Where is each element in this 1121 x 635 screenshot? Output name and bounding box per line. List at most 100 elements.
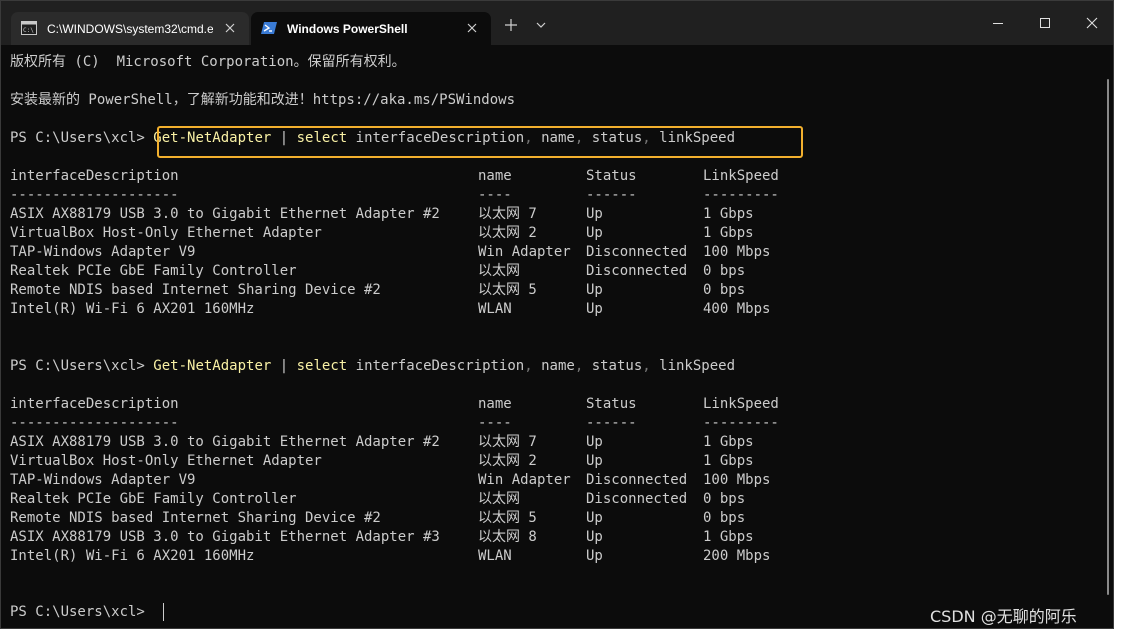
cell-name: Win Adapter bbox=[478, 244, 571, 260]
table-row: ASIX AX88179 USB 3.0 to Gigabit Ethernet… bbox=[1, 205, 1091, 224]
cell-name: 以太网 5 bbox=[478, 510, 537, 526]
terminal-window: C:\ C:\WINDOWS\system32\cmd.e Windows Po… bbox=[0, 0, 1114, 629]
cell-desc: Remote NDIS based Internet Sharing Devic… bbox=[10, 282, 381, 298]
tab-cmd[interactable]: C:\ C:\WINDOWS\system32\cmd.e bbox=[11, 12, 249, 45]
cell-speed: 0 bps bbox=[703, 510, 746, 526]
cell-name: 以太网 5 bbox=[478, 282, 537, 298]
arg-name: name bbox=[541, 358, 575, 374]
cell-desc: ASIX AX88179 USB 3.0 to Gigabit Ethernet… bbox=[10, 206, 440, 222]
cell-status: ------ bbox=[586, 415, 637, 431]
cell-status: Disconnected bbox=[586, 263, 688, 279]
cell-status: Disconnected bbox=[586, 491, 688, 507]
close-window-icon[interactable] bbox=[1083, 14, 1101, 32]
cell-status: Disconnected bbox=[586, 472, 688, 488]
prompt: PS C:\Users\xcl> bbox=[10, 358, 145, 374]
close-icon[interactable] bbox=[465, 21, 479, 35]
cell-name: Win Adapter bbox=[478, 472, 571, 488]
cell-name: WLAN bbox=[478, 548, 512, 564]
new-tab-icon[interactable] bbox=[501, 15, 521, 35]
title-bar[interactable]: C:\ C:\WINDOWS\system32\cmd.e Windows Po… bbox=[1, 1, 1113, 45]
minimize-icon[interactable] bbox=[989, 14, 1007, 32]
cell-speed: 200 Mbps bbox=[703, 548, 771, 564]
maximize-icon[interactable] bbox=[1036, 14, 1054, 32]
arg-interface: interfaceDescription bbox=[355, 358, 525, 374]
cell-status: Up bbox=[586, 529, 603, 545]
cell-status: Up bbox=[586, 282, 603, 298]
table-row: ASIX AX88179 USB 3.0 to Gigabit Ethernet… bbox=[1, 528, 1091, 547]
table-row: VirtualBox Host-Only Ethernet Adapter 以太网… bbox=[1, 224, 1091, 243]
cell-status: Disconnected bbox=[586, 244, 688, 260]
cell-desc: interfaceDescription bbox=[10, 168, 179, 184]
cell-desc: VirtualBox Host-Only Ethernet Adapter bbox=[10, 453, 322, 469]
cell-name: 以太网 2 bbox=[478, 225, 537, 241]
cell-desc: TAP-Windows Adapter V9 bbox=[10, 244, 196, 260]
table-header-underline: -------------------- ---- ------ --------- bbox=[1, 414, 1091, 433]
copyright-line: 版权所有 (C) Microsoft Corporation。保留所有权利。 bbox=[10, 54, 406, 70]
text-cursor bbox=[163, 603, 164, 621]
arg-sep: , bbox=[574, 358, 584, 374]
cell-speed: 1 Gbps bbox=[703, 434, 754, 450]
command-highlight-box bbox=[157, 126, 803, 158]
cell-speed: LinkSpeed bbox=[703, 168, 779, 184]
cell-name: 以太网 7 bbox=[478, 206, 537, 222]
prompt-line[interactable]: PS C:\Users\xcl> bbox=[10, 603, 153, 622]
table-row: Intel(R) Wi-Fi 6 AX201 160MHz WLAN Up 200 M… bbox=[1, 547, 1091, 566]
cell-speed: 100 Mbps bbox=[703, 472, 771, 488]
cell-name: 以太网 2 bbox=[478, 453, 537, 469]
cell-desc: ASIX AX88179 USB 3.0 to Gigabit Ethernet… bbox=[10, 529, 440, 545]
scrollbar-thumb[interactable] bbox=[1107, 79, 1109, 595]
cell-desc: Remote NDIS based Internet Sharing Devic… bbox=[10, 510, 381, 526]
powershell-icon bbox=[261, 22, 277, 34]
tab-powershell[interactable]: Windows PowerShell bbox=[251, 12, 491, 45]
arg-sep: , bbox=[642, 358, 651, 374]
cell-desc: Realtek PCIe GbE Family Controller bbox=[10, 491, 297, 507]
table-row: TAP-Windows Adapter V9 Win Adapter Disconn… bbox=[1, 243, 1091, 262]
cell-status: Status bbox=[586, 168, 637, 184]
cell-status: Up bbox=[586, 301, 603, 317]
cell-speed: 0 bps bbox=[703, 491, 746, 507]
cell-status: Up bbox=[586, 548, 603, 564]
table-header: interfaceDescription name Status LinkSpeed bbox=[1, 167, 1091, 186]
arg-linkspeed: linkSpeed bbox=[659, 358, 735, 374]
tab-powershell-title: Windows PowerShell bbox=[287, 22, 408, 36]
table-row: ASIX AX88179 USB 3.0 to Gigabit Ethernet… bbox=[1, 433, 1091, 452]
cell-speed: 1 Gbps bbox=[703, 453, 754, 469]
table-row: Remote NDIS based Internet Sharing Devic… bbox=[1, 509, 1091, 528]
cell-speed: --------- bbox=[703, 415, 779, 431]
cell-status: Up bbox=[586, 434, 603, 450]
cell-desc: -------------------- bbox=[10, 415, 179, 431]
chevron-down-icon[interactable] bbox=[531, 15, 551, 35]
table-header: interfaceDescription name Status LinkSpeed bbox=[1, 395, 1091, 414]
cell-name: name bbox=[478, 168, 512, 184]
cell-speed: --------- bbox=[703, 187, 779, 203]
cell-desc: Intel(R) Wi-Fi 6 AX201 160MHz bbox=[10, 301, 255, 317]
terminal-output[interactable]: 版权所有 (C) Microsoft Corporation。保留所有权利。 安… bbox=[1, 45, 1101, 628]
cell-name: WLAN bbox=[478, 301, 512, 317]
cell-name: 以太网 7 bbox=[478, 434, 537, 450]
tab-cmd-title: C:\WINDOWS\system32\cmd.e bbox=[47, 22, 213, 36]
cmd-icon: C:\ bbox=[21, 21, 37, 35]
cell-speed: 1 Gbps bbox=[703, 225, 754, 241]
command-line: PS C:\Users\xcl> Get-NetAdapter | select… bbox=[10, 357, 735, 376]
table-row: Realtek PCIe GbE Family Controller 以太网 Dis… bbox=[1, 262, 1091, 281]
cell-speed: LinkSpeed bbox=[703, 396, 779, 412]
table-row: Intel(R) Wi-Fi 6 AX201 160MHz WLAN Up 400 M… bbox=[1, 300, 1091, 319]
close-icon[interactable] bbox=[223, 21, 237, 35]
cell-speed: 0 bps bbox=[703, 263, 746, 279]
cell-speed: 100 Mbps bbox=[703, 244, 771, 260]
cell-desc: Realtek PCIe GbE Family Controller bbox=[10, 263, 297, 279]
cell-desc: ASIX AX88179 USB 3.0 to Gigabit Ethernet… bbox=[10, 434, 440, 450]
cell-name: 以太网 bbox=[478, 263, 520, 279]
cell-status: Up bbox=[586, 206, 603, 222]
table-row: Remote NDIS based Internet Sharing Devic… bbox=[1, 281, 1091, 300]
cell-desc: interfaceDescription bbox=[10, 396, 179, 412]
cell-name: ---- bbox=[478, 187, 512, 203]
scrollbar[interactable] bbox=[1103, 45, 1113, 628]
cell-speed: 1 Gbps bbox=[703, 206, 754, 222]
cell-status: Up bbox=[586, 453, 603, 469]
cell-desc: VirtualBox Host-Only Ethernet Adapter bbox=[10, 225, 322, 241]
cell-status: Status bbox=[586, 396, 637, 412]
cmdlet-name: Get-NetAdapter bbox=[153, 358, 272, 374]
cell-status: Up bbox=[586, 225, 603, 241]
cell-speed: 1 Gbps bbox=[703, 529, 754, 545]
